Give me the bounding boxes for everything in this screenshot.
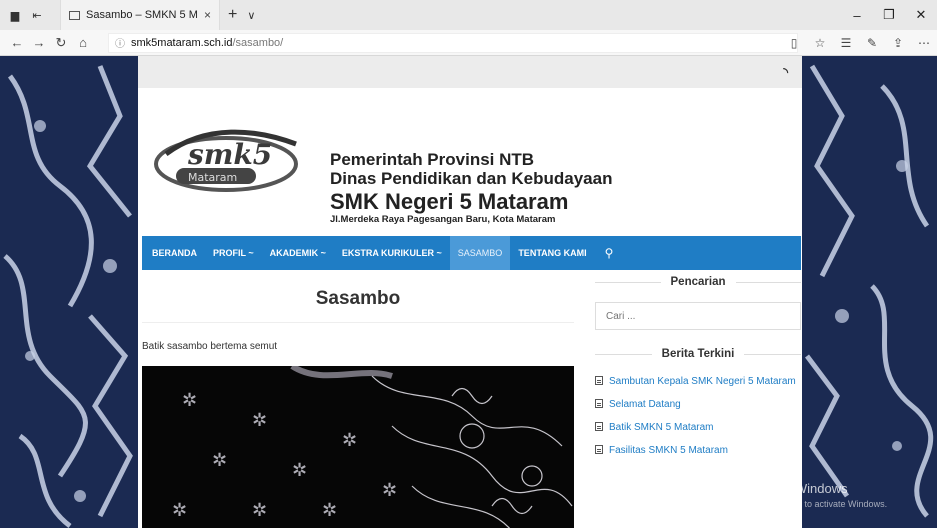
- more-icon[interactable]: ⋯: [911, 36, 937, 50]
- batik-background-left: [0, 56, 138, 528]
- news-link[interactable]: Fasilitas SMKN 5 Mataram: [595, 443, 801, 459]
- svg-text:✲: ✲: [382, 480, 397, 501]
- url-domain: smk5mataram.sch.id: [131, 36, 233, 49]
- svg-text:✲: ✲: [212, 450, 227, 471]
- menu-item-akademik[interactable]: AKADEMIK ~: [262, 236, 334, 270]
- watermark-subtitle: Go to Settings to activate Windows.: [745, 499, 888, 509]
- reading-view-icon[interactable]: ▯: [781, 36, 807, 50]
- site-titles: Pemerintah Provinsi NTB Dinas Pendidikan…: [330, 150, 612, 226]
- main-article: Sasambo Batik sasambo bertema semut ✲ ✲ ✲ …: [142, 276, 574, 528]
- site-info-icon[interactable]: ⓘ: [115, 35, 125, 50]
- activate-windows-watermark: Activate Windows Go to Settings to activ…: [745, 481, 887, 509]
- restore-icon[interactable]: ❐: [873, 0, 905, 30]
- menu-search-icon[interactable]: ⚲: [595, 246, 624, 260]
- search-widget-label: Pencarian: [670, 276, 726, 288]
- post-caption: Batik sasambo bertema semut: [142, 341, 278, 352]
- page-viewport: ◝ smk5 Mataram Pemerintah Provinsi NTB D…: [0, 56, 937, 528]
- school-logo[interactable]: smk5 Mataram: [146, 124, 306, 194]
- sidebar: Pencarian Berita Terkini Sambutan Kepala…: [595, 276, 802, 466]
- svg-text:✲: ✲: [182, 390, 197, 411]
- logo-subtext: Mataram: [188, 171, 237, 184]
- batik-sasambo-image: ✲ ✲ ✲ ✲ ✲ ✲ ✲ ✲ ✲: [142, 363, 574, 528]
- minimize-icon[interactable]: –: [841, 0, 873, 30]
- widget-title-news: Berita Terkini: [595, 348, 801, 360]
- page-icon: [69, 10, 80, 20]
- forward-icon[interactable]: →: [28, 30, 50, 56]
- site-title-line2: Dinas Pendidikan dan Kebudayaan: [330, 169, 613, 188]
- address-bar-row: ← → ↻ ⌂ ⓘ smk5mataram.sch.id/sasambo/ ▯ …: [0, 30, 937, 56]
- tab-preview-icon[interactable]: ▆: [8, 8, 22, 22]
- menu-item-profil[interactable]: PROFIL ~: [205, 236, 262, 270]
- document-icon: [595, 445, 603, 454]
- tab-strip: ▆ ⇤ Sasambo – SMKN 5 Ma × + ∨ – ❐ ✕: [0, 0, 937, 30]
- rss-icon[interactable]: ◝: [783, 65, 788, 79]
- svg-text:✲: ✲: [292, 460, 307, 481]
- browser-tab[interactable]: Sasambo – SMKN 5 Ma ×: [60, 0, 220, 30]
- back-icon[interactable]: ←: [6, 30, 28, 56]
- news-link[interactable]: Batik SMKN 5 Mataram: [595, 420, 801, 436]
- document-icon: [595, 422, 603, 431]
- set-aside-tabs-icon[interactable]: ⇤: [30, 8, 44, 22]
- home-icon[interactable]: ⌂: [72, 30, 94, 56]
- pen-icon[interactable]: ✎: [859, 36, 885, 50]
- site-address: Jl.Merdeka Raya Pagesangan Baru, Kota Ma…: [330, 214, 556, 225]
- tab-list-dropdown-icon[interactable]: ∨: [247, 9, 255, 22]
- svg-text:✲: ✲: [322, 500, 337, 521]
- menu-item-beranda[interactable]: BERANDA: [142, 236, 205, 270]
- favorites-hub-icon[interactable]: ☰: [833, 36, 859, 50]
- menu-item-ekstra-kurikuler[interactable]: EKSTRA KURIKULER ~: [334, 236, 450, 270]
- site-header: smk5 Mataram Pemerintah Provinsi NTB Din…: [138, 88, 802, 236]
- menu-item-sasambo[interactable]: SASAMBO: [449, 236, 511, 270]
- refresh-icon[interactable]: ↻: [50, 30, 72, 56]
- window-controls: – ❐ ✕: [841, 0, 937, 30]
- tab-close-icon[interactable]: ×: [204, 8, 211, 22]
- new-tab-button[interactable]: +: [228, 6, 237, 24]
- share-icon[interactable]: ⇪: [885, 36, 911, 50]
- batik-background-right: [802, 56, 937, 528]
- post-title: Sasambo: [315, 288, 401, 309]
- document-icon: [595, 376, 603, 385]
- favorite-star-icon[interactable]: ☆: [807, 36, 833, 50]
- search-input[interactable]: [595, 302, 801, 330]
- url-field[interactable]: ⓘ smk5mataram.sch.id/sasambo/: [108, 32, 798, 53]
- watermark-title: Activate Windows: [745, 481, 848, 496]
- logo-text: smk5: [187, 138, 272, 171]
- top-bar: ◝: [138, 56, 802, 88]
- svg-text:✲: ✲: [252, 500, 267, 521]
- svg-text:✲: ✲: [252, 410, 267, 431]
- url-path: /sasambo/: [232, 36, 284, 49]
- site-title-school: SMK Negeri 5 Mataram: [330, 189, 569, 214]
- tab-title: Sasambo – SMKN 5 Ma: [86, 9, 198, 21]
- menu-item-tentang-kami[interactable]: TENTANG KAMI: [510, 236, 594, 270]
- svg-text:✲: ✲: [172, 500, 187, 521]
- toolbar-right: ▯ ☆ ☰ ✎ ⇪ ⋯: [781, 30, 937, 56]
- close-window-icon[interactable]: ✕: [905, 0, 937, 30]
- document-icon: [595, 399, 603, 408]
- widget-title-search: Pencarian: [595, 276, 802, 288]
- svg-text:✲: ✲: [342, 430, 357, 451]
- news-link[interactable]: Selamat Datang: [595, 397, 801, 413]
- site-title-line1: Pemerintah Provinsi NTB: [330, 150, 535, 169]
- title-divider: [142, 322, 574, 323]
- news-widget-label: Berita Terkini: [661, 348, 735, 360]
- recent-news-list: Sambutan Kepala SMK Negeri 5 Mataram Sel…: [595, 374, 801, 459]
- news-link[interactable]: Sambutan Kepala SMK Negeri 5 Mataram: [595, 374, 801, 390]
- main-menu: BERANDA PROFIL ~ AKADEMIK ~ EKSTRA KURIK…: [142, 236, 801, 270]
- site-content: ◝ smk5 Mataram Pemerintah Provinsi NTB D…: [138, 56, 802, 528]
